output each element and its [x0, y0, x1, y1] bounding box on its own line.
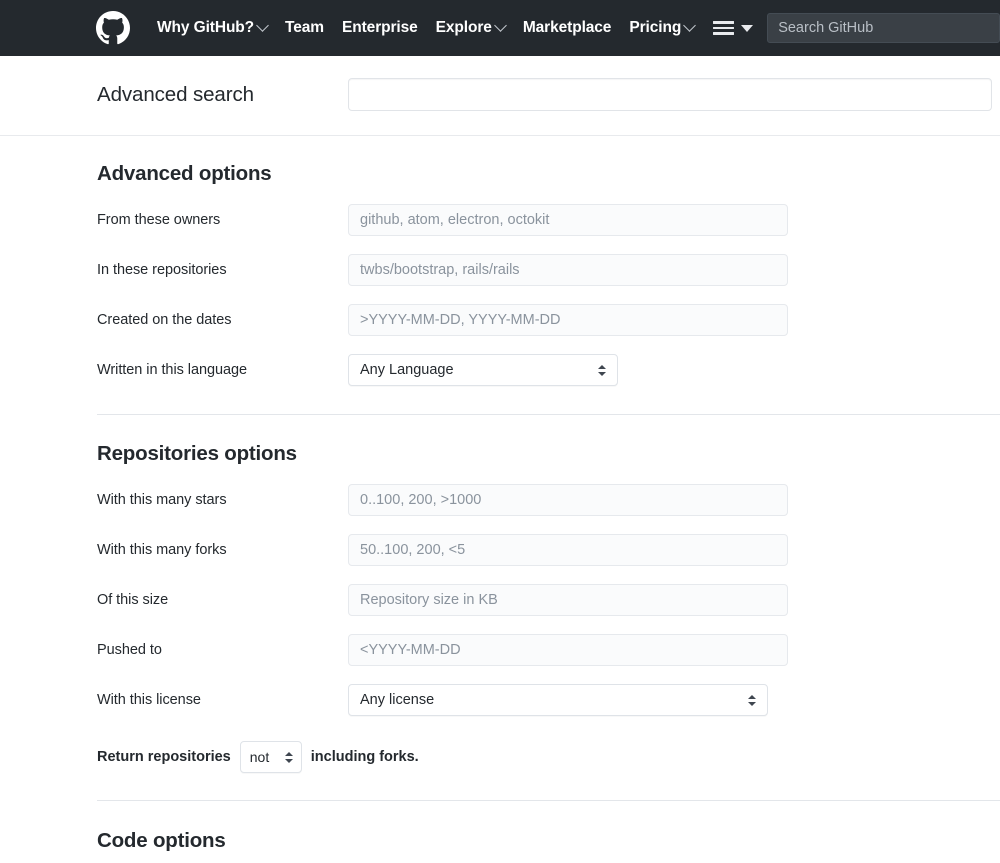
- nav-item-enterprise[interactable]: Enterprise: [333, 20, 427, 36]
- page-title: Advanced search: [97, 82, 254, 106]
- repositories-input[interactable]: twbs/bootstrap, rails/rails: [348, 254, 788, 286]
- created-dates-input-placeholder: >YYYY-MM-DD, YYYY-MM-DD: [360, 312, 561, 328]
- chevron-down-icon: [683, 18, 697, 32]
- field-with-this-many-stars: With this many stars 0..100, 200, >1000: [97, 484, 1000, 516]
- language-select[interactable]: Any Language: [348, 354, 618, 386]
- size-input[interactable]: Repository size in KB: [348, 584, 788, 616]
- size-input-placeholder: Repository size in KB: [360, 592, 498, 608]
- select-arrows-icon: [597, 362, 607, 378]
- field-of-this-size: Of this size Repository size in KB: [97, 584, 1000, 616]
- repositories-input-placeholder: twbs/bootstrap, rails/rails: [360, 262, 520, 278]
- return-repositories-suffix: including forks.: [310, 749, 419, 765]
- site-header: Why GitHub? Team Enterprise Explore Mark…: [0, 0, 1000, 56]
- field-label: Written in this language: [97, 362, 248, 378]
- include-forks-select-value: not: [249, 749, 270, 765]
- advanced-search-row: Advanced search: [0, 56, 1000, 135]
- field-label: In these repositories: [97, 262, 227, 278]
- field-with-this-many-forks: With this many forks 50..100, 200, <5: [97, 534, 1000, 566]
- nav-item-pricing[interactable]: Pricing: [620, 18, 703, 37]
- section-heading-advanced-options: Advanced options: [97, 162, 272, 185]
- pushed-to-input-placeholder: <YYYY-MM-DD: [360, 642, 461, 658]
- return-repositories-row: Return repositories not including forks.: [97, 741, 1000, 773]
- forks-input-placeholder: 50..100, 200, <5: [360, 542, 466, 558]
- section-heading-code-options: Code options: [97, 829, 226, 852]
- page-content: Advanced search Advanced options From th…: [0, 56, 1000, 863]
- nav-item-label: Team: [285, 19, 324, 37]
- field-pushed-to: Pushed to <YYYY-MM-DD: [97, 634, 1000, 666]
- license-select[interactable]: Any license: [348, 684, 768, 716]
- field-in-these-repositories: In these repositories twbs/bootstrap, ra…: [97, 254, 1000, 286]
- nav-item-label: Enterprise: [342, 19, 418, 37]
- language-select-value: Any Language: [360, 362, 454, 378]
- owners-input-placeholder: github, atom, electron, octokit: [360, 212, 550, 228]
- chevron-down-icon: [256, 18, 269, 32]
- nav-item-explore[interactable]: Explore: [427, 18, 514, 37]
- primary-navigation: Why GitHub? Team Enterprise Explore Mark…: [148, 18, 703, 37]
- select-arrows-icon: [284, 749, 294, 765]
- field-label: With this many forks: [97, 542, 227, 558]
- pushed-to-input[interactable]: <YYYY-MM-DD: [348, 634, 788, 666]
- hamburger-menu-icon: [713, 21, 735, 35]
- select-arrows-icon: [747, 692, 757, 708]
- created-dates-input[interactable]: >YYYY-MM-DD, YYYY-MM-DD: [348, 304, 788, 336]
- section-heading-repositories-options: Repositories options: [97, 442, 297, 465]
- field-from-these-owners: From these owners github, atom, electron…: [97, 204, 1000, 236]
- nav-item-label: Pricing: [629, 19, 682, 37]
- include-forks-select[interactable]: not: [239, 741, 302, 773]
- field-label: Pushed to: [97, 642, 162, 658]
- field-label: With this many stars: [97, 492, 227, 508]
- forks-input[interactable]: 50..100, 200, <5: [348, 534, 788, 566]
- return-repositories-prefix: Return repositories: [97, 749, 231, 765]
- header-search-input[interactable]: Search GitHub: [767, 13, 1000, 43]
- nav-item-label: Explore: [435, 19, 492, 37]
- license-select-value: Any license: [360, 692, 435, 708]
- chevron-down-icon: [493, 18, 507, 32]
- nav-item-label: Marketplace: [522, 19, 612, 37]
- advanced-options-section: Advanced options From these owners githu…: [0, 136, 1000, 386]
- nav-item-label: Why GitHub?: [157, 19, 255, 37]
- repositories-options-section: Repositories options With this many star…: [0, 415, 1000, 773]
- nav-item-why-github[interactable]: Why GitHub?: [148, 18, 276, 37]
- advanced-search-input[interactable]: [348, 78, 992, 111]
- header-search-placeholder: Search GitHub: [778, 20, 874, 36]
- field-label: From these owners: [97, 212, 221, 228]
- hamburger-menu-button[interactable]: [713, 21, 754, 35]
- field-label: Of this size: [97, 592, 169, 608]
- field-label: Created on the dates: [97, 312, 232, 328]
- field-created-on-the-dates: Created on the dates >YYYY-MM-DD, YYYY-M…: [97, 304, 1000, 336]
- nav-item-marketplace[interactable]: Marketplace: [514, 20, 621, 36]
- field-label: With this license: [97, 692, 201, 708]
- github-octocat-icon[interactable]: [96, 11, 130, 45]
- code-options-section: Code options: [0, 801, 1000, 853]
- field-written-in-this-language: Written in this language Any Language: [97, 354, 1000, 386]
- stars-input-placeholder: 0..100, 200, >1000: [360, 492, 482, 508]
- field-with-this-license: With this license Any license: [97, 684, 1000, 716]
- nav-item-team[interactable]: Team: [276, 20, 333, 36]
- stars-input[interactable]: 0..100, 200, >1000: [348, 484, 788, 516]
- owners-input[interactable]: github, atom, electron, octokit: [348, 204, 788, 236]
- triangle-down-icon: [741, 24, 754, 32]
